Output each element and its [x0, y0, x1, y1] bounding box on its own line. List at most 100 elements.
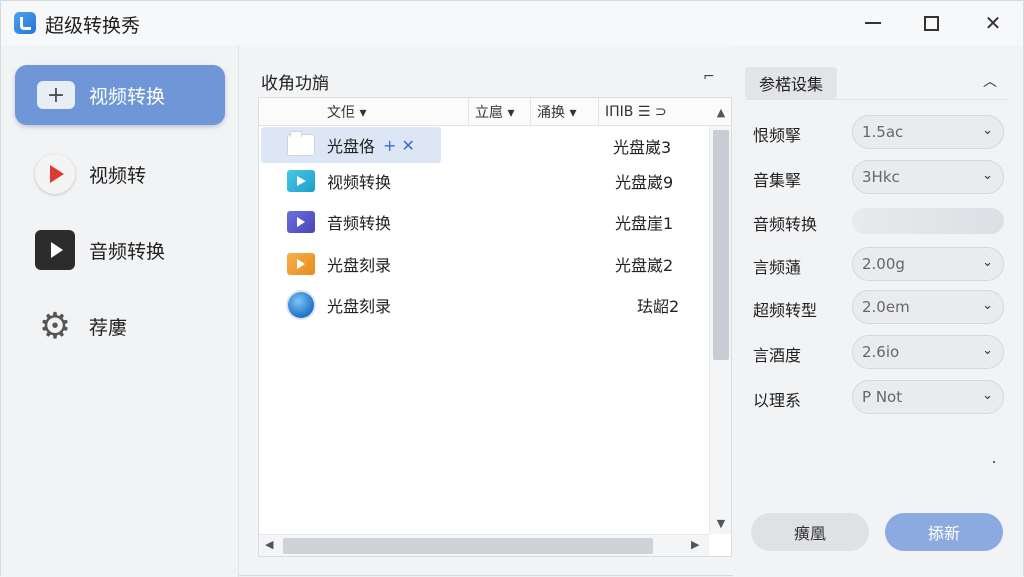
- row-name: 光盘刻录: [327, 256, 392, 275]
- param-select[interactable]: 2.6io ⌄: [852, 335, 1004, 369]
- app-logo-icon: [14, 12, 36, 34]
- chevron-down-icon: ⌄: [982, 255, 993, 270]
- param-value: 1.5ac: [862, 123, 904, 141]
- divider: [745, 99, 1009, 100]
- param-row: 言酒度 2.6io ⌄: [753, 335, 1009, 369]
- row-value: 珐龆2: [637, 297, 680, 316]
- close-icon: ✕: [984, 11, 1002, 35]
- row-name: 视频转换: [327, 173, 392, 192]
- app-title: 超级转换秀: [45, 15, 141, 37]
- file-panel-title: 收角功旓: [261, 74, 329, 94]
- video-play-icon: [35, 154, 75, 194]
- param-select[interactable]: 2.00g ⌄: [852, 247, 1004, 281]
- column-header: 文佢 ▾ 立扈 ▾ 涌换 ▾ ΙΠΙΒ ☰ ⊃ ▲: [259, 98, 731, 126]
- row-value: 光盘崴2: [615, 256, 674, 275]
- audio-file-icon: [287, 211, 315, 233]
- param-select[interactable]: 2.0em ⌄: [852, 290, 1004, 324]
- sidebar-item-label: 视频转换: [89, 85, 166, 108]
- column-format[interactable]: 涌换 ▾: [531, 98, 599, 126]
- file-rows: 光盘佫 + ✕ 光盘崴3 视频转换 光盘崴9 音频转换 光盘崖1 光盘刻录 光盘…: [259, 126, 709, 534]
- param-row: 恨频掔 1.5ac ⌄: [753, 115, 1009, 149]
- plus-icon: +: [37, 81, 75, 109]
- close-button[interactable]: ✕: [973, 7, 1013, 39]
- disc-file-icon: [287, 253, 315, 275]
- param-label: 言酒度: [753, 346, 802, 365]
- scroll-left-arrow-icon[interactable]: ◀: [265, 538, 273, 551]
- chevron-down-icon: ⌄: [982, 123, 993, 138]
- table-row[interactable]: 音频转换 光盘崖1: [261, 204, 699, 240]
- param-label: 言频蓪: [753, 258, 802, 277]
- param-value: 2.00g: [862, 255, 905, 273]
- table-row[interactable]: 光盘刻录 珐龆2: [261, 287, 699, 323]
- param-value: P Not: [862, 388, 903, 406]
- row-name: 光盘佫: [327, 137, 376, 156]
- param-label: 以理系: [753, 391, 802, 410]
- param-row: 音集掔 3Hkc ⌄: [753, 160, 1009, 194]
- param-value: 2.6io: [862, 343, 900, 361]
- scroll-right-arrow-icon[interactable]: ▶: [691, 538, 699, 551]
- horizontal-scrollbar[interactable]: ◀ ▶: [259, 534, 709, 556]
- chevron-down-icon: ⌄: [982, 298, 993, 313]
- param-row: 超频转型 2.0em ⌄: [753, 290, 1009, 324]
- chevron-down-icon: ⌄: [982, 343, 993, 358]
- confirm-button[interactable]: 掭新: [885, 513, 1003, 551]
- param-select[interactable]: P Not ⌄: [852, 380, 1004, 414]
- minimize-button[interactable]: [853, 7, 893, 39]
- scrollbar-thumb[interactable]: [283, 538, 653, 554]
- sidebar-item-label: 视频转: [89, 164, 147, 187]
- maximize-button[interactable]: [911, 7, 951, 39]
- row-name: 光盘刻录: [327, 297, 392, 316]
- sidebar-item-label: 音频转换: [89, 240, 166, 263]
- parameters-panel: 参楛设集 ︿ 恨频掔 1.5ac ⌄ 音集掔 3Hkc ⌄ 音频转换 言频蓪 2…: [733, 45, 1023, 577]
- chevron-down-icon: ⌄: [982, 388, 993, 403]
- scrollbar-thumb[interactable]: [713, 130, 729, 360]
- minimize-icon: [865, 22, 881, 24]
- chevron-down-icon: ⌄: [982, 168, 993, 183]
- param-row: 以理系 P Not ⌄: [753, 380, 1009, 414]
- sidebar-item-settings[interactable]: ⚙ 荐廔: [15, 296, 225, 356]
- app-window: 超级转换秀 ✕ + 视频转换 视频转 音频转换 ⚙ 荐廔 收角功旓 ⌐ 文佢 ▾…: [0, 0, 1024, 577]
- scroll-down-arrow-icon[interactable]: ▼: [710, 517, 732, 530]
- row-name: 音频转换: [327, 214, 392, 233]
- row-value: 光盘崖1: [615, 214, 674, 233]
- param-row: 音频转换: [753, 204, 1009, 238]
- table-row[interactable]: 光盘佫 + ✕: [261, 127, 441, 163]
- row-value: 光盘崴9: [615, 173, 674, 192]
- param-label: 音频转换: [753, 215, 818, 234]
- sidebar-item-video[interactable]: 视频转: [15, 144, 225, 204]
- sidebar: + 视频转换 视频转 音频转换 ⚙ 荐廔: [1, 45, 239, 577]
- param-label: 超频转型: [753, 301, 818, 320]
- globe-icon: [288, 292, 314, 318]
- param-value: 2.0em: [862, 298, 910, 316]
- collapse-chevron-icon[interactable]: ︿: [983, 71, 997, 91]
- param-select[interactable]: 3Hkc ⌄: [852, 160, 1004, 194]
- pin-icon[interactable]: ⌐: [703, 69, 715, 85]
- film-play-icon: [35, 230, 75, 270]
- param-value: 3Hkc: [862, 168, 900, 186]
- video-file-icon: [287, 170, 315, 192]
- sidebar-item-video-convert[interactable]: + 视频转换: [15, 65, 225, 125]
- column-status[interactable]: ΙΠΙΒ ☰ ⊃: [599, 98, 709, 126]
- row-add-remove-icon[interactable]: + ✕: [383, 136, 415, 155]
- vertical-scrollbar[interactable]: ▼: [709, 126, 731, 534]
- title-bar: 超级转换秀 ✕: [1, 1, 1023, 45]
- table-row[interactable]: 光盘刻录 光盘崴2: [261, 246, 699, 282]
- param-label: 音集掔: [753, 171, 802, 190]
- file-list-panel: 文佢 ▾ 立扈 ▾ 涌换 ▾ ΙΠΙΒ ☰ ⊃ ▲ 光盘佫 + ✕ 光盘崴3 视…: [258, 97, 732, 557]
- param-select[interactable]: 1.5ac ⌄: [852, 115, 1004, 149]
- table-row[interactable]: 视频转换 光盘崴9: [261, 163, 699, 199]
- tab-parameters[interactable]: 参楛设集: [745, 67, 837, 99]
- column-size[interactable]: 立扈 ▾: [469, 98, 531, 126]
- sidebar-item-audio-convert[interactable]: 音频转换: [15, 220, 225, 280]
- maximize-icon: [923, 15, 939, 31]
- scroll-up-arrow-icon[interactable]: ▲: [711, 98, 731, 126]
- gear-icon: ⚙: [38, 305, 72, 347]
- audio-toggle[interactable]: [852, 208, 1004, 234]
- param-label: 恨频掔: [753, 126, 802, 145]
- row-value: 光盘崴3: [613, 138, 672, 157]
- folder-icon: [287, 131, 315, 156]
- column-name[interactable]: 文佢 ▾: [319, 98, 469, 126]
- cancel-button[interactable]: 癀凰: [751, 513, 869, 551]
- divider-dot: [993, 461, 995, 463]
- sidebar-item-label: 荐廔: [89, 316, 128, 339]
